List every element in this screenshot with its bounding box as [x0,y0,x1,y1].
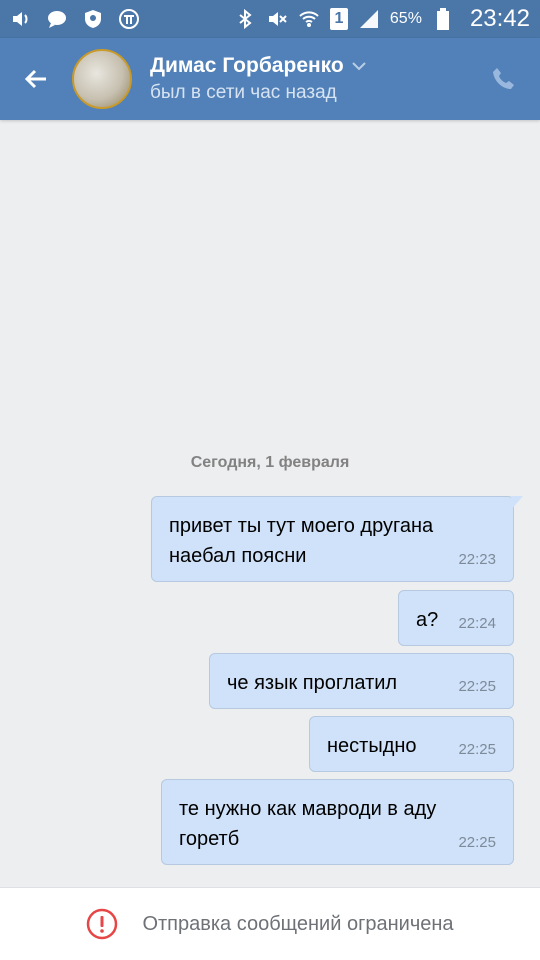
bluetooth-icon [234,8,256,30]
chat-header: Димас Горбаренко был в сети час назад [0,38,540,120]
wifi-icon [298,8,320,30]
message-bubble[interactable]: привет ты тут моего другана наебал поясн… [151,496,523,582]
mute-icon [266,8,288,30]
status-bar: 1 65% 23:42 [0,0,540,38]
message-time: 22:25 [458,834,496,851]
sim-icon: 1 [329,8,348,30]
pi-icon [118,8,140,30]
last-seen-status: был в сети час назад [150,82,337,103]
chat-icon [46,8,68,30]
message-time: 22:25 [458,678,496,695]
contact-info[interactable]: Димас Горбаренко был в сети час назад [150,54,366,104]
restriction-message: Отправка сообщений ограничена [142,912,454,935]
message-time: 22:23 [458,551,496,568]
alert-icon [87,908,118,940]
message-text: а? [416,609,439,631]
battery-percent: 65% [389,10,422,27]
message-text: те нужно как мавроди в аду горетб [179,798,437,850]
message-time: 22:25 [458,741,496,758]
restriction-footer: Отправка сообщений ограничена [0,887,540,960]
message-text: че язык проглатил [227,672,398,694]
battery-icon [432,8,454,30]
back-button[interactable] [0,38,72,120]
message-text: привет ты тут моего другана наебал поясн… [169,515,434,567]
call-button[interactable] [468,38,540,120]
clock: 23:42 [469,5,530,32]
message-text: нестыдно [327,735,417,757]
message-list[interactable]: Сегодня, 1 февраля привет ты тут моего д… [0,120,540,887]
bubble-tail [511,496,523,510]
message-time: 22:24 [458,615,496,632]
shield-icon [82,8,104,30]
message-bubble[interactable]: а? 22:24 [398,590,514,646]
message-bubble[interactable]: че язык проглатил 22:25 [209,653,514,709]
message-bubble[interactable]: те нужно как мавроди в аду горетб 22:25 [161,779,514,865]
avatar[interactable] [72,49,132,109]
date-separator: Сегодня, 1 февраля [190,454,350,471]
phone-icon [493,68,514,89]
arrow-left-icon [24,69,46,89]
signal-icon [358,8,380,30]
contact-name[interactable]: Димас Горбаренко [150,54,344,78]
message-bubble[interactable]: нестыдно 22:25 [309,716,514,772]
volume-icon [10,8,32,30]
chevron-down-icon[interactable] [352,61,366,71]
